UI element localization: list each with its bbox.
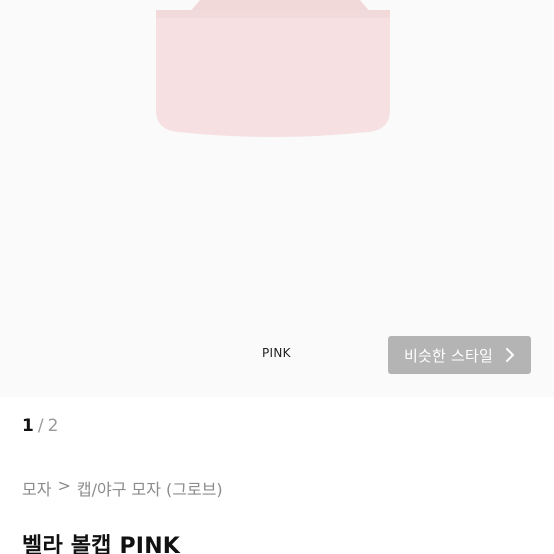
breadcrumb-separator: >	[57, 476, 71, 495]
similar-style-button[interactable]: 비슷한 스타일	[388, 336, 531, 374]
pager-separator: /	[37, 416, 44, 436]
breadcrumb-item-category[interactable]: 모자	[22, 476, 51, 500]
image-pager: 1/2	[22, 416, 58, 436]
breadcrumb-item-subcategory[interactable]: 캡/야구 모자 (그로브)	[77, 476, 223, 500]
color-label: PINK	[262, 346, 291, 360]
pager-current: 1	[22, 416, 34, 436]
pager-total: 2	[47, 416, 59, 436]
similar-style-button-label: 비슷한 스타일	[404, 346, 493, 365]
product-title: 벨라 볼캡 PINK	[22, 534, 181, 554]
product-image-area[interactable]: PINK 비슷한 스타일	[0, 0, 554, 397]
product-detail-page: PINK 비슷한 스타일 1/2 모자 > 캡/야구 모자 (그로브) 벨라 볼…	[0, 0, 554, 554]
chevron-right-icon	[505, 348, 514, 362]
breadcrumb: 모자 > 캡/야구 모자 (그로브)	[22, 476, 223, 500]
